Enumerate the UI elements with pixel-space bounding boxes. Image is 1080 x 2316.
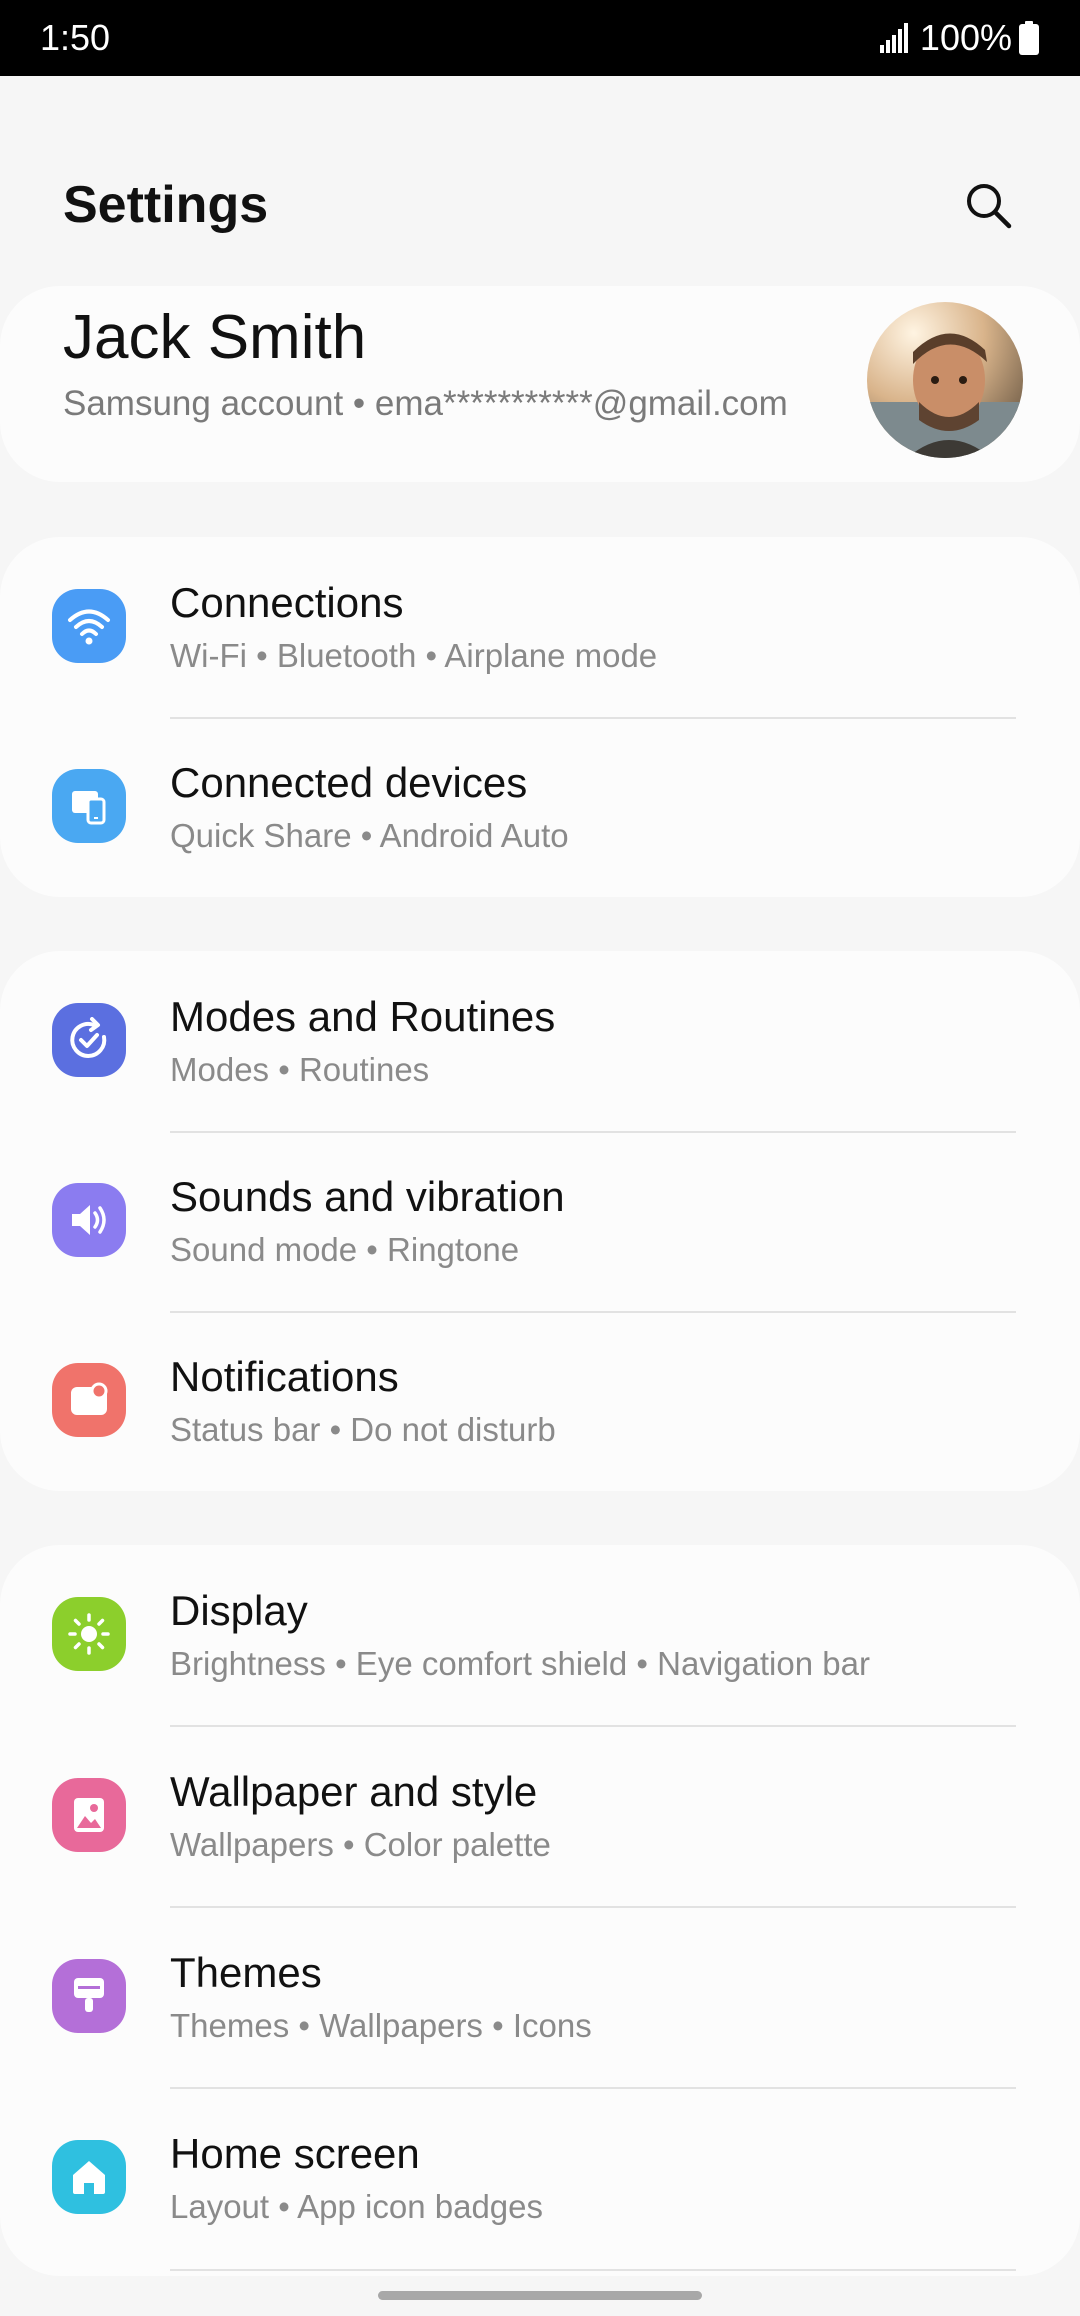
menu-item-display[interactable]: Display Brightness • Eye comfort shield … bbox=[0, 1545, 1080, 1725]
modes-sounds-card: Modes and Routines Modes • Routines Soun… bbox=[0, 951, 1080, 1491]
menu-title: Notifications bbox=[170, 1353, 399, 1400]
search-button[interactable] bbox=[956, 173, 1020, 237]
menu-subtitle: Layout • App icon badges bbox=[170, 2188, 544, 2225]
home-icon bbox=[52, 2140, 126, 2214]
battery-percent: 100% bbox=[919, 17, 1012, 58]
menu-item-sounds-vibration[interactable]: Sounds and vibration Sound mode • Ringto… bbox=[0, 1131, 1080, 1311]
wifi-icon bbox=[52, 589, 126, 663]
menu-title: Connections bbox=[170, 579, 404, 626]
menu-title: Home screen bbox=[170, 2130, 420, 2177]
menu-item-connections[interactable]: Connections Wi-Fi • Bluetooth • Airplane… bbox=[0, 537, 1080, 717]
account-subtitle: Samsung account • ema***********@gmail.c… bbox=[63, 384, 788, 423]
menu-subtitle: Quick Share • Android Auto bbox=[170, 817, 569, 854]
menu-subtitle: Modes • Routines bbox=[170, 1051, 430, 1088]
menu-title: Sounds and vibration bbox=[170, 1173, 565, 1220]
wallpaper-icon bbox=[52, 1778, 126, 1852]
search-icon bbox=[967, 184, 1012, 229]
menu-item-notifications[interactable]: Notifications Status bar • Do not distur… bbox=[0, 1311, 1080, 1491]
menu-item-home-screen[interactable]: Home screen Layout • App icon badges bbox=[0, 2088, 1080, 2268]
menu-subtitle: Wi-Fi • Bluetooth • Airplane mode bbox=[170, 637, 658, 674]
profile-photo bbox=[867, 302, 1023, 458]
menu-title: Themes bbox=[170, 1949, 322, 1996]
volume-icon bbox=[52, 1183, 126, 1257]
status-indicators: 100% bbox=[879, 17, 1040, 59]
menu-title: Display bbox=[170, 1587, 308, 1634]
menu-item-connected-devices[interactable]: Connected devices Quick Share • Android … bbox=[0, 717, 1080, 897]
signal-icon bbox=[879, 23, 908, 53]
brightness-icon bbox=[52, 1597, 126, 1671]
divider bbox=[170, 2269, 1016, 2271]
samsung-account-card[interactable]: Jack Smith Samsung account • ema********… bbox=[0, 286, 1080, 482]
avatar[interactable] bbox=[867, 302, 1023, 458]
display-card: Display Brightness • Eye comfort shield … bbox=[0, 1545, 1080, 2276]
menu-item-wallpaper-style[interactable]: Wallpaper and style Wallpapers • Color p… bbox=[0, 1726, 1080, 1906]
menu-subtitle: Wallpapers • Color palette bbox=[170, 1826, 551, 1863]
themes-icon bbox=[52, 1959, 126, 2033]
notification-icon bbox=[52, 1363, 126, 1437]
menu-subtitle: Themes • Wallpapers • Icons bbox=[170, 2007, 592, 2044]
gesture-navigation-bar[interactable] bbox=[378, 2291, 702, 2300]
status-time: 1:50 bbox=[40, 17, 111, 58]
menu-title: Connected devices bbox=[170, 759, 528, 806]
menu-subtitle: Brightness • Eye comfort shield • Naviga… bbox=[170, 1645, 870, 1682]
connected-devices-icon bbox=[52, 769, 126, 843]
header: Settings bbox=[0, 160, 1080, 250]
menu-title: Modes and Routines bbox=[170, 993, 556, 1040]
menu-title: Wallpaper and style bbox=[170, 1768, 538, 1815]
menu-subtitle: Sound mode • Ringtone bbox=[170, 1231, 520, 1268]
battery-icon bbox=[1019, 21, 1039, 55]
routines-icon bbox=[52, 1003, 126, 1077]
account-name: Jack Smith bbox=[63, 303, 367, 372]
connections-card: Connections Wi-Fi • Bluetooth • Airplane… bbox=[0, 537, 1080, 897]
menu-item-themes[interactable]: Themes Themes • Wallpapers • Icons bbox=[0, 1907, 1080, 2087]
menu-item-modes-routines[interactable]: Modes and Routines Modes • Routines bbox=[0, 951, 1080, 1131]
menu-subtitle: Status bar • Do not disturb bbox=[170, 1411, 556, 1448]
status-bar: 1:50 100% bbox=[0, 0, 1080, 76]
page-title: Settings bbox=[63, 176, 269, 234]
